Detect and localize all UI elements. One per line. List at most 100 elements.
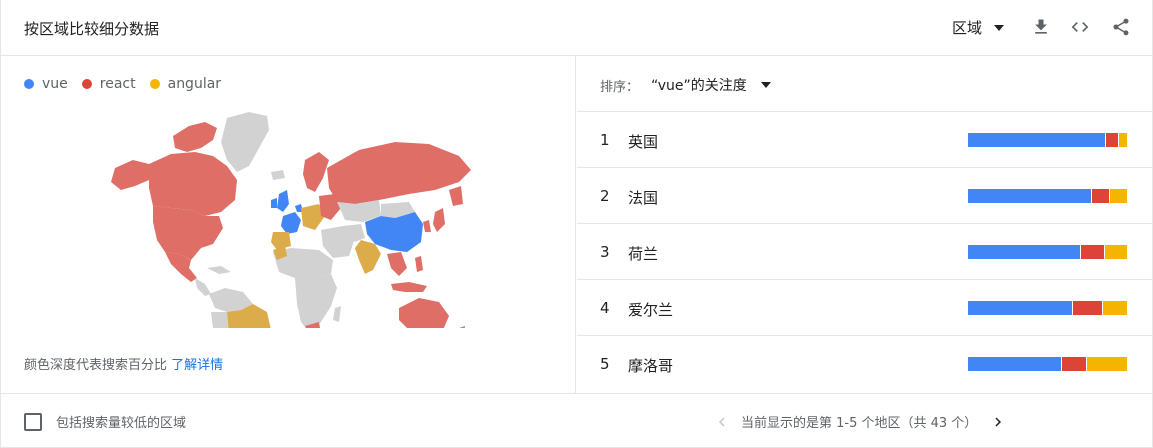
learn-more-link[interactable]: 了解详情 [171,358,223,373]
share-icon[interactable] [1110,16,1132,38]
region-row[interactable]: 1 英国 [577,111,1153,167]
row-region-name: 摩洛哥 [628,357,674,375]
stacked-bar [968,189,1127,203]
embed-code-icon[interactable] [1069,16,1091,38]
legend-item-react: react [81,76,136,92]
map-region-korea[interactable] [423,220,431,232]
sort-dropdown[interactable]: “vue”的关注度 [651,75,771,95]
map-region-new-zealand[interactable] [457,326,465,328]
card-title: 按区域比较细分数据 [24,20,160,38]
legend-dot-react [81,79,92,89]
checkbox[interactable] [24,412,42,431]
bar-segment-angular [1103,301,1127,315]
bar-segment-angular [1109,189,1127,203]
map-region-central-america[interactable] [195,278,211,296]
map-region-russia[interactable] [327,142,471,204]
map-region-madagascar[interactable] [333,306,341,322]
map-region-greenland[interactable] [221,112,269,172]
sort-caret-icon [760,82,771,88]
row-rank: 1 [600,131,610,149]
map-footnote: 颜色深度代表搜索百分比 了解详情 [24,354,223,373]
download-icon[interactable] [1030,16,1052,38]
bar-segment-vue [968,133,1107,147]
bar-segment-react [1080,245,1105,259]
compare-by-region-card: 按区域比较细分数据 区域 vue react angular 颜色深度代表搜索百… [0,0,1153,448]
map-region-ireland[interactable] [271,198,277,208]
row-region-name: 荷兰 [628,245,659,263]
row-rank: 4 [600,299,610,317]
bar-segment-vue [968,301,1073,315]
legend-label-vue: vue [42,76,68,92]
map-region-indonesia[interactable] [391,282,427,292]
map-region-alaska[interactable] [111,160,149,190]
bar-segment-vue [968,189,1093,203]
checkbox-label: 包括搜索量较低的区域 [56,416,187,431]
row-region-name: 法国 [628,189,659,207]
sort-control: 排序： “vue”的关注度 [600,75,771,95]
region-row[interactable]: 2 法国 [577,167,1153,223]
region-level-label: 区域 [952,19,983,37]
stacked-bar [968,357,1127,371]
region-level-dropdown[interactable]: 区域 [952,17,1005,38]
legend-item-angular: angular [149,76,222,92]
card-header: 按区域比较细分数据 区域 [1,0,1153,56]
map-region-central-africa[interactable] [295,274,337,328]
region-row[interactable]: 3 荷兰 [577,223,1153,279]
row-rank: 3 [600,243,610,261]
region-row[interactable]: 4 爱尔兰 [577,279,1153,335]
low-volume-regions-toggle[interactable]: 包括搜索量较低的区域 [24,412,186,431]
stacked-bar [968,301,1127,315]
legend-label-react: react [99,76,136,92]
map-region-india[interactable] [355,240,381,274]
map-panel: vue react angular 颜色深度代表搜索百分比 了解详情 [1,56,576,393]
next-page-button[interactable] [989,413,1007,431]
footnote-text: 颜色深度代表搜索百分比 [24,358,168,373]
map-region-canada-islands[interactable] [173,122,217,152]
dropdown-caret-icon [994,24,1005,31]
chevron-left-icon [719,417,725,426]
stacked-bar [968,133,1127,147]
map-region-japan[interactable] [433,208,445,232]
pagination: 当前显示的是第 1-5 个地区（共 43 个） [713,412,1007,431]
bar-segment-react [1106,133,1120,147]
map-region-far-east[interactable] [449,186,463,206]
bar-segment-react [1061,357,1088,371]
world-map[interactable] [109,108,474,328]
bar-segment-vue [968,357,1062,371]
bar-segment-react [1092,189,1110,203]
map-region-philippines[interactable] [415,256,423,272]
row-region-name: 爱尔兰 [628,301,674,319]
sort-label: 排序： [600,79,640,95]
map-region-scandinavia[interactable] [303,152,329,192]
map-region-iceland[interactable] [271,170,285,180]
map-region-australia[interactable] [399,298,449,328]
map-region-peru[interactable] [211,312,229,328]
legend-label-angular: angular [167,76,222,92]
region-row[interactable]: 5 摩洛哥 [577,335,1153,391]
legend-dot-vue [24,79,34,89]
bar-segment-react [1072,301,1104,315]
bar-segment-angular [1087,357,1127,371]
map-region-uk[interactable] [277,190,289,212]
map-region-caribbean[interactable] [207,266,231,274]
card-footer: 包括搜索量较低的区域 当前显示的是第 1-5 个地区（共 43 个） [1,393,1153,448]
map-region-canada[interactable] [149,152,237,216]
map-region-france[interactable] [281,212,301,234]
map-region-southeast-asia[interactable] [387,252,407,276]
sort-value-text: “vue”的关注度 [651,78,747,94]
bar-segment-angular [1104,245,1127,259]
map-region-spain[interactable] [271,232,291,250]
row-region-name: 英国 [628,133,659,151]
chevron-right-icon [995,417,1002,426]
row-rank: 5 [600,355,610,373]
stacked-bar [968,245,1127,259]
region-list: 1 英国 2 法国 3 荷兰 4 爱尔兰 5 摩洛哥 [577,111,1153,391]
bar-segment-angular [1119,133,1127,147]
legend-item-vue: vue [24,76,68,92]
previous-page-button[interactable] [713,413,731,431]
bar-segment-vue [968,245,1081,259]
legend-dot-angular [149,79,160,89]
pagination-text: 当前显示的是第 1-5 个地区（共 43 个） [741,416,978,431]
legend: vue react angular [24,76,235,92]
row-rank: 2 [600,187,610,205]
